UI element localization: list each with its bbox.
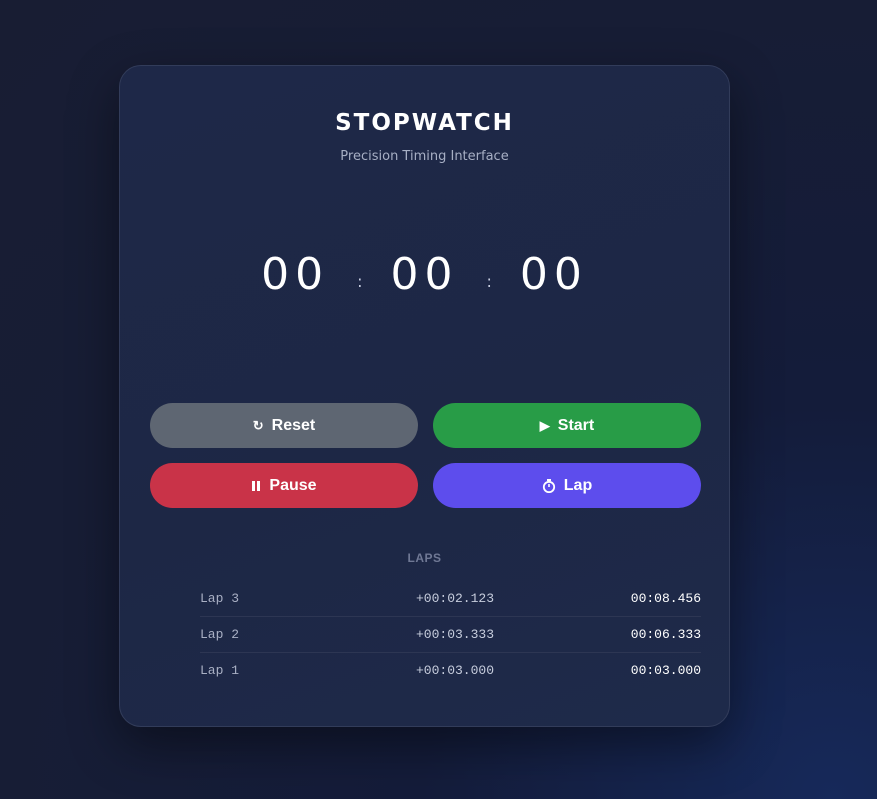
lap-button[interactable]: Lap	[433, 463, 701, 508]
laps-list: Lap 3 +00:02.123 00:08.456 Lap 2 +00:03.…	[200, 581, 701, 688]
seconds-digits: 00	[390, 248, 459, 300]
page-subtitle: Precision Timing Interface	[340, 149, 509, 164]
laps-heading: LAPS	[407, 551, 442, 565]
lap-split: +00:03.333	[415, 627, 494, 642]
centiseconds-digits: 00	[519, 248, 588, 300]
lap-button-label: Lap	[563, 476, 593, 494]
reset-button[interactable]: ↻ Reset	[150, 403, 418, 448]
start-button-label: Start	[557, 416, 595, 434]
separator: :	[357, 271, 363, 291]
pause-icon	[251, 480, 261, 492]
time-display: 00 : 00 : 00	[120, 244, 729, 304]
list-item: Lap 1 +00:03.000 00:03.000	[200, 653, 701, 688]
lap-name: Lap 2	[200, 627, 240, 642]
lap-name: Lap 3	[200, 591, 240, 606]
lap-split: +00:02.123	[415, 591, 494, 606]
pause-button[interactable]: Pause	[150, 463, 418, 508]
lap-total: 00:03.000	[630, 663, 701, 678]
stopwatch-card: STOPWATCH Precision Timing Interface 00 …	[119, 65, 730, 727]
lap-split: +00:03.000	[415, 663, 494, 678]
list-item: Lap 3 +00:02.123 00:08.456	[200, 581, 701, 617]
play-icon: ▶	[539, 417, 550, 433]
minutes-digits: 00	[261, 248, 330, 300]
lap-total: 00:08.456	[630, 591, 701, 606]
list-item: Lap 2 +00:03.333 00:06.333	[200, 617, 701, 653]
start-button[interactable]: ▶ Start	[433, 403, 701, 448]
pause-button-label: Pause	[269, 476, 317, 494]
separator: :	[486, 271, 492, 291]
page-title: STOPWATCH	[335, 110, 514, 136]
reset-button-label: Reset	[271, 416, 316, 434]
reset-icon: ↻	[252, 417, 264, 433]
lap-name: Lap 1	[200, 663, 240, 678]
lap-total: 00:06.333	[630, 627, 701, 642]
stopwatch-icon	[542, 478, 556, 493]
